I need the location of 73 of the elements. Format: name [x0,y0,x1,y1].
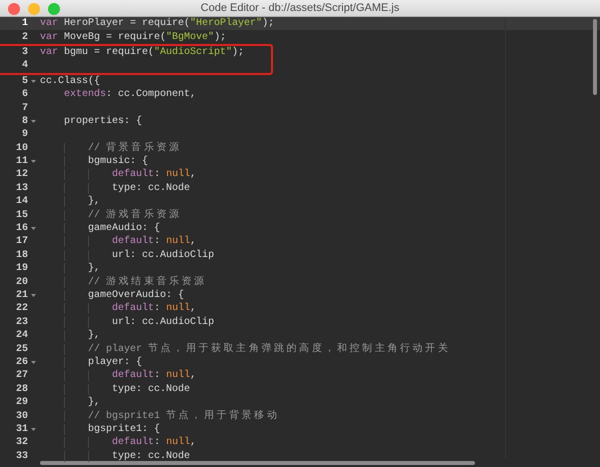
line-number: 17 [14,235,28,248]
line-number: 32 [14,436,28,450]
line-number: 4 [20,59,28,72]
code-line: default: null, [40,302,196,316]
code-line: }, [40,396,100,410]
line-number: 31 [14,422,28,436]
line-number: 6 [20,88,28,102]
line-number: 15 [14,208,28,222]
code-line: player: { [40,356,142,369]
code-line: var MoveBg = require("BgMove"); [40,30,226,44]
line-number: 3 [20,46,28,59]
code-line: // player 节点，用于获取主角弹跳的高度，和控制主角行动开关 [40,342,450,356]
code-line: gameOverAudio: { [40,289,184,302]
code-line: // 游戏结束音乐资源 [40,275,207,290]
code-line: bgmusic: { [40,155,148,168]
fold-arrow-icon[interactable] [31,360,36,364]
line-number: 16 [14,222,28,236]
line-number: 20 [14,276,28,289]
close-button[interactable] [8,3,20,15]
line-number: 19 [14,262,28,276]
line-number: 26 [14,356,28,369]
line-number: 25 [14,342,28,356]
line-number: 24 [14,329,28,342]
line-number: 11 [14,155,28,168]
line-number: 28 [14,382,28,396]
code-line: properties: { [63,114,142,128]
line-number: 22 [14,302,28,316]
line-number: 10 [14,142,28,155]
line-number: 13 [14,182,28,195]
code-line: var HeroPlayer = require("HeroPlayer"); [40,17,274,30]
line-number: 1 [20,17,28,30]
line-number: 7 [20,102,28,115]
vertical-scrollbar[interactable] [593,19,597,95]
line-number: 30 [14,410,28,423]
code-line: default: null, [40,369,196,382]
code-line: cc.Class({ [40,74,100,88]
code-line: // 游戏音乐资源 [40,208,182,222]
line-number: 5 [20,74,28,88]
code-line: default: null, [40,436,196,450]
line-number: 9 [20,128,28,142]
line-number: 27 [14,369,28,382]
code-line: }, [40,329,100,342]
fold-arrow-icon[interactable] [31,160,36,164]
code-line: default: null, [40,168,196,182]
line-number: 18 [14,248,28,262]
line-number: 14 [14,195,28,208]
code-line: // bgsprite1 节点，用于背景移动 [40,409,280,424]
code-line: url: cc.AudioClip [40,248,214,262]
code-line: }, [40,262,100,276]
code-line: var bgmu = require("AudioScript"); [40,46,244,59]
fold-arrow-icon[interactable] [31,227,36,230]
code-line: default: null, [40,235,196,248]
fold-arrow-icon[interactable] [31,428,36,431]
fold-arrow-icon[interactable] [31,80,36,83]
line-number: 23 [14,316,28,329]
code-line: url: cc.AudioClip [40,316,214,329]
code-line: }, [40,195,100,208]
line-number: 21 [14,289,28,302]
fold-arrow-icon[interactable] [31,294,36,297]
window-title: Code Editor - db://assets/Script/GAME.js [200,0,400,16]
line-number: 2 [20,30,28,44]
code-line: bgsprite1: { [40,422,160,436]
fold-arrow-icon[interactable] [31,120,36,123]
line-number: 12 [14,168,28,182]
code-line: gameAudio: { [40,222,160,236]
code-line: type: cc.Node [40,382,190,396]
line-number: 33 [14,450,28,463]
code-line: type: cc.Node [40,182,190,195]
code-line: extends: cc.Component, [63,88,196,102]
line-number: 8 [20,114,28,128]
line-number: 29 [14,396,28,410]
code-line: // 背景音乐资源 [40,141,182,156]
horizontal-scrollbar[interactable] [40,460,475,464]
